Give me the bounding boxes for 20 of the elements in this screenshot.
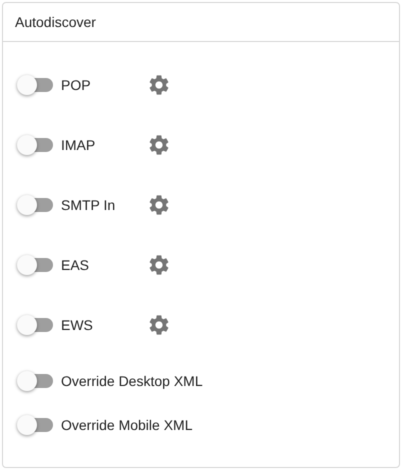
toggle-switch[interactable]: [17, 75, 53, 95]
settings-icon[interactable]: [147, 313, 171, 337]
toggle-switch[interactable]: [17, 135, 53, 155]
toggle-switch[interactable]: [17, 415, 53, 435]
card-title: Autodiscover: [3, 3, 399, 42]
toggle-switch[interactable]: [17, 315, 53, 335]
settings-icon[interactable]: [147, 253, 171, 277]
toggle-switch[interactable]: [17, 195, 53, 215]
toggle-label: Override Desktop XML: [61, 373, 203, 389]
toggle-label: EWS: [61, 317, 94, 333]
toggle-label: SMTP In: [61, 197, 116, 213]
toggle-label: POP: [61, 77, 92, 93]
toggle-switch[interactable]: [17, 255, 53, 275]
settings-icon[interactable]: [147, 193, 171, 217]
toggle-label: EAS: [61, 257, 90, 273]
toggle-switch[interactable]: [17, 371, 53, 391]
toggle-label: Override Mobile XML: [61, 417, 192, 433]
settings-icon[interactable]: [147, 73, 171, 97]
toggle-label: IMAP: [61, 137, 96, 153]
settings-icon[interactable]: [147, 133, 171, 157]
